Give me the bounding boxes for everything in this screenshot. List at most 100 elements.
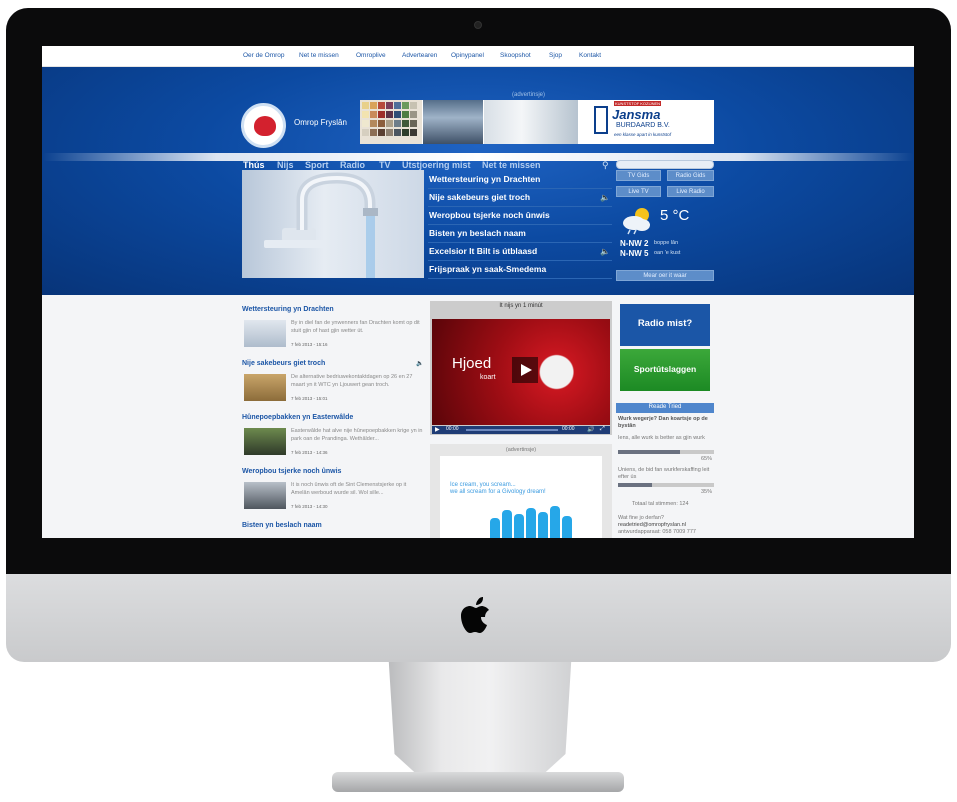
camera-icon <box>474 21 482 29</box>
tv-gids-button[interactable]: TV Gids <box>616 170 661 181</box>
poll-bar <box>618 450 714 454</box>
apple-logo-icon <box>461 597 489 633</box>
search-input[interactable] <box>616 160 714 169</box>
headline-item[interactable]: Weropbou tsjerke noch ûnwis <box>428 208 612 225</box>
poll-percent: 65% <box>700 456 712 462</box>
wind-inland-desc: boppe lân <box>654 240 679 246</box>
main-nav-item-tv[interactable]: TV <box>379 160 391 170</box>
news-excerpt: De alternative bedriuwekontaktdagen op 2… <box>291 374 413 388</box>
sport-results-promo[interactable]: Sportútslaggen <box>620 349 710 391</box>
top-nav-item-opinypanel[interactable]: Opinypanel <box>451 52 484 59</box>
live-radio-button[interactable]: Live Radio <box>667 186 714 197</box>
video-title: It nijs yn 1 minút <box>499 303 543 309</box>
news-title[interactable]: Hûnepoepbakken yn Easterwâlde <box>242 414 353 421</box>
ad-graphic <box>526 508 536 538</box>
news-thumbnail[interactable] <box>244 374 286 401</box>
news-thumbnail[interactable] <box>244 320 286 347</box>
main-nav-item-utstjoering-mist[interactable]: Utstjoering mist <box>402 160 471 170</box>
news-title[interactable]: Nije sakebeurs giet troch <box>242 360 325 367</box>
video-controls: ▶ 00:00 00:00 🔊 ⤢ <box>432 426 610 434</box>
omrop-logo-icon[interactable] <box>241 103 286 148</box>
weather-widget: 5 °C N-NW 2 boppe lân N-NW 5 oan 'e kust <box>618 203 714 265</box>
poll-bar <box>618 483 714 487</box>
ad-graphic <box>562 516 572 538</box>
news-date: 7 feb 2013 - 14:36 <box>291 450 328 455</box>
logo-heart-icon <box>254 116 276 136</box>
live-tv-button[interactable]: Live TV <box>616 186 661 197</box>
ad-graphic <box>538 512 548 538</box>
play-control-icon[interactable]: ▶ <box>435 426 440 433</box>
video-player[interactable]: Hjoed koart <box>432 319 610 425</box>
hero-image[interactable] <box>242 170 424 278</box>
wind-coast: N-NW 5 <box>620 249 649 258</box>
poll-total: Totaal tal stimmen: 124 <box>632 501 689 507</box>
video-seek-bar[interactable] <box>466 429 558 431</box>
top-nav-item-skoopshot[interactable]: Skoopshot <box>500 52 531 59</box>
top-nav-item-net-te-missen[interactable]: Net te missen <box>299 52 339 59</box>
news-date: 7 feb 2013 - 15:01 <box>291 396 328 401</box>
speaker-icon: 🔈 <box>600 193 610 202</box>
more-weather-button[interactable]: Mear oer it waar <box>616 270 714 281</box>
video-overlay-title: Hjoed <box>452 355 492 372</box>
top-nav-item-kontakt[interactable]: Kontakt <box>579 52 601 59</box>
headline-item[interactable]: Frijspraak yn saak-Smedema <box>428 262 612 279</box>
site-header: Omrop Fryslân (advertinsje) KUNSTSTOF KO… <box>42 67 914 295</box>
headline-item[interactable]: Nije sakebeurs giet troch 🔈 <box>428 190 612 207</box>
video-overlay-sub: koart <box>480 374 496 381</box>
headline-item[interactable]: Bisten yn beslach naam <box>428 226 612 243</box>
top-nav-item-oer-de-omrop[interactable]: Oer de Omrop <box>243 52 285 59</box>
top-nav-item-omroplive[interactable]: Omroplive <box>356 52 386 59</box>
top-nav: Oer de Omrop Net te missen Omroplive Adv… <box>42 46 914 67</box>
news-title[interactable]: Weropbou tsjerke noch ûnwis <box>242 468 341 475</box>
top-nav-item-sjop[interactable]: Sjop <box>549 52 562 59</box>
poll-email-link[interactable]: readetried@omropfryslan.nl <box>618 522 686 529</box>
top-nav-item-advertearen[interactable]: Advertearen <box>402 52 437 59</box>
ad-line: Ice cream, you scream... <box>450 482 516 488</box>
news-thumbnail[interactable] <box>244 428 286 455</box>
poll-header: Reade Tried <box>616 403 714 413</box>
volume-icon[interactable]: 🔊 <box>587 426 594 433</box>
wind-coast-desc: oan 'e kust <box>654 250 681 256</box>
news-thumbnail[interactable] <box>244 482 286 509</box>
headline-item[interactable]: Wettersteuring yn Drachten <box>428 172 612 189</box>
news-excerpt: By in diel fan de ynwenners fan Drachten… <box>291 320 420 334</box>
ad-line: we all scream for a Givology dream! <box>450 489 546 495</box>
play-button[interactable] <box>512 357 538 383</box>
video-panel: It nijs yn 1 minút Hjoed koart ▶ 00:00 0… <box>430 301 612 435</box>
poll-option[interactable]: Uniens, de bid fan wurkferskaffing leit … <box>618 467 714 481</box>
speaker-icon: 🔈 <box>416 361 424 367</box>
main-nav-item-sport[interactable]: Sport <box>305 160 329 170</box>
radio-mist-promo[interactable]: Radio mist? <box>620 304 710 346</box>
news-excerpt: Easterwâlde hat alve nije hûnepoepbakken… <box>291 428 423 442</box>
news-date: 7 feb 2013 - 15:16 <box>291 342 328 347</box>
monitor-stand <box>388 662 572 780</box>
swatch-panel <box>360 100 422 144</box>
main-nav-item-radio[interactable]: Radio <box>340 160 365 170</box>
news-date: 7 feb 2013 - 14:30 <box>291 504 328 509</box>
headline-item[interactable]: Excelsior It Bilt is útblaasd 🔈 <box>428 244 612 261</box>
ad-label: (advertinsje) <box>512 92 546 98</box>
poll-contact-question: Wat fine jo derfan? <box>618 515 664 521</box>
ad-photo-frames <box>423 100 483 144</box>
search-icon[interactable]: ⚲ <box>602 160 609 171</box>
news-excerpt: It is noch ûnwis oft de Sint Clemenstsje… <box>291 482 407 496</box>
ad-box[interactable]: (advertinsje) Ice cream, you scream... w… <box>430 444 612 538</box>
news-title[interactable]: Wettersteuring yn Drachten <box>242 306 334 313</box>
radio-gids-button[interactable]: Radio Gids <box>667 170 714 181</box>
main-nav-item-net-te-missen[interactable]: Net te missen <box>482 160 541 170</box>
main-nav-item-nijs[interactable]: Nijs <box>277 160 294 170</box>
main-nav-item-thus[interactable]: Thús <box>243 160 265 170</box>
ad-graphic <box>490 518 500 538</box>
video-time-total: 00:00 <box>562 426 575 432</box>
video-time-current: 00:00 <box>446 426 459 432</box>
poll-option[interactable]: Iens, alle wurk is better as gjin wurk <box>618 435 714 442</box>
fullscreen-icon[interactable]: ⤢ <box>600 426 605 433</box>
banner-ad[interactable]: KUNSTSTOF KOZIJNEN Jansma BURDAARD B.V. … <box>360 100 714 144</box>
browser-screen: Oer de Omrop Net te missen Omroplive Adv… <box>42 46 914 538</box>
news-title[interactable]: Bisten yn beslach naam <box>242 522 322 529</box>
ad-graphic <box>502 510 512 538</box>
poll-phone: antwurdapparaat: 058 7009 777 <box>618 529 696 535</box>
sun-cloud-icon <box>623 208 650 235</box>
ad-graphic <box>514 514 524 538</box>
monitor-stand-base <box>332 772 624 792</box>
